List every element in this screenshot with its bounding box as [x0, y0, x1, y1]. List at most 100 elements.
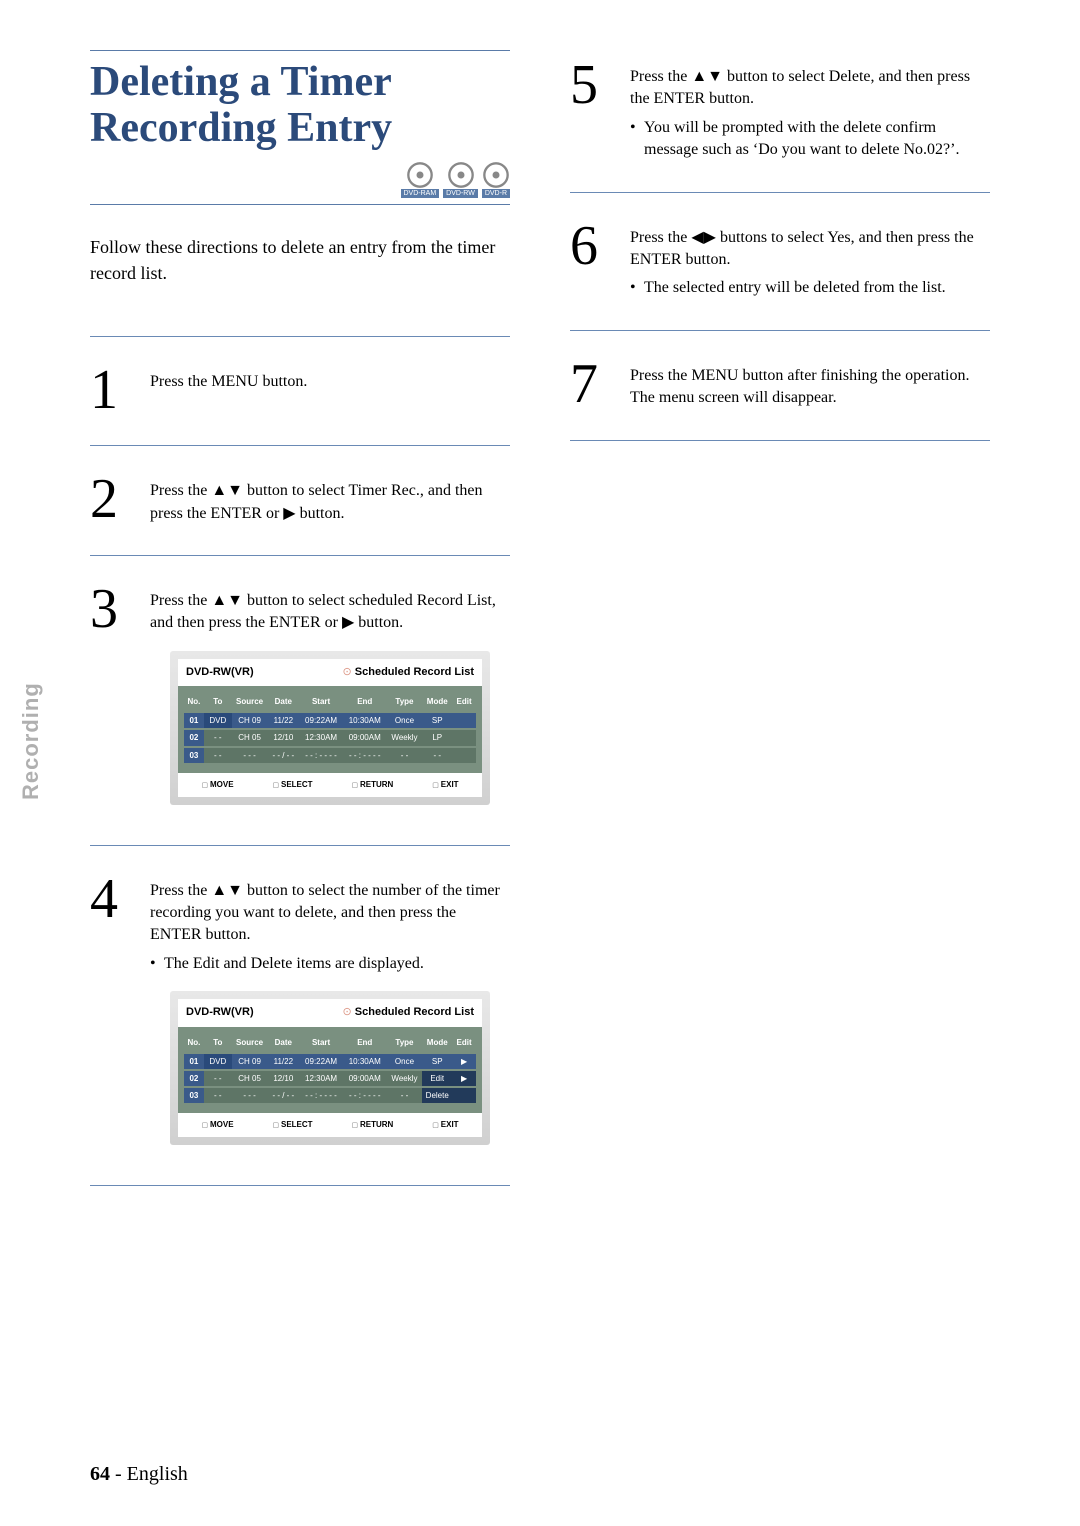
right-column: 5 Press the ▲▼ button to select Delete, …	[570, 50, 990, 1204]
osd-col-header: Start	[299, 1035, 343, 1050]
osd-cell: - -	[204, 730, 232, 745]
osd-footer-hint: RETURN	[351, 779, 393, 791]
osd-row: 03- -- - -- - / - -- - : - - - -- - : - …	[184, 748, 476, 763]
osd-cell: 01	[184, 1054, 204, 1069]
step-bullet: The Edit and Delete items are displayed.	[150, 953, 510, 975]
step-number: 2	[90, 474, 130, 525]
step-text: Press the ◀▶ buttons to select Yes, and …	[630, 229, 974, 268]
osd-col-header: Source	[232, 694, 268, 709]
footer-lang: English	[127, 1463, 188, 1485]
step-number: 4	[90, 874, 130, 1156]
osd-row: 02- -CH 0512/1012:30AM09:00AMWeeklyEdit▶	[184, 1071, 476, 1086]
step-text: Press the ▲▼ button to select Delete, an…	[630, 68, 970, 107]
disc-icons-row: DVD-RAM DVD-RW DVD-R	[90, 161, 510, 198]
step-bullet: You will be prompted with the delete con…	[630, 117, 990, 162]
osd-cell: SP	[422, 713, 452, 728]
osd-cell: - -	[204, 748, 232, 763]
page-number: 64	[90, 1463, 110, 1485]
osd-cell: Once	[387, 1054, 423, 1069]
osd-row: 03- -- - -- - / - -- - : - - - -- - : - …	[184, 1088, 476, 1103]
osd-title-right: Scheduled Record List	[343, 665, 474, 680]
osd-cell: 12:30AM	[299, 1071, 343, 1086]
osd-cell: - - -	[232, 1088, 268, 1103]
divider	[90, 1185, 510, 1186]
step-text: Press the ▲▼ button to select the number…	[150, 882, 500, 944]
osd-col-header: Mode	[422, 1035, 452, 1050]
step-text: Press the ▲▼ button to select Timer Rec.…	[150, 474, 510, 525]
osd-cell: 09:22AM	[299, 713, 343, 728]
osd-footer-hint: SELECT	[272, 779, 312, 791]
osd-cell: Weekly	[387, 730, 423, 745]
step-number: 6	[570, 221, 610, 300]
disc-icon-dvdr: DVD-R	[482, 161, 510, 198]
osd-cell: Edit	[422, 1071, 452, 1086]
osd-col-header: To	[204, 694, 232, 709]
step-4: 4 Press the ▲▼ button to select the numb…	[90, 864, 510, 1176]
osd-cell: 01	[184, 713, 204, 728]
osd-col-header: End	[343, 694, 387, 709]
osd-cell: - - / - -	[267, 1088, 299, 1103]
osd-cell: - -	[422, 748, 452, 763]
divider	[570, 440, 990, 441]
osd-cell: ▶	[452, 1071, 476, 1086]
osd-cell: - -	[387, 748, 423, 763]
osd-col-header: Source	[232, 1035, 268, 1050]
osd-cell	[452, 730, 476, 745]
step-text: Press the ▲▼ button to select scheduled …	[150, 592, 496, 631]
divider	[90, 445, 510, 446]
step-number: 5	[570, 60, 610, 162]
sidebar-section-label: Recording	[18, 682, 44, 800]
osd-cell: CH 05	[232, 1071, 268, 1086]
osd-footer-hint: MOVE	[201, 1119, 233, 1131]
osd-cell: 09:00AM	[343, 1071, 387, 1086]
osd-col-header: Edit	[452, 694, 476, 709]
step-bullet: The selected entry will be deleted from …	[630, 277, 990, 299]
osd-col-header: Type	[387, 1035, 423, 1050]
step-5: 5 Press the ▲▼ button to select Delete, …	[570, 50, 990, 182]
osd-cell: LP	[422, 730, 452, 745]
osd-screenshot-1: DVD-RW(VR)Scheduled Record ListNo.ToSour…	[170, 651, 490, 805]
osd-cell: 03	[184, 748, 204, 763]
left-column: Deleting a Timer Recording Entry DVD-RAM…	[50, 50, 510, 1204]
step-7: 7 Press the MENU button after finishing …	[570, 349, 990, 430]
osd-cell: Weekly	[387, 1071, 423, 1086]
osd-cell: 02	[184, 730, 204, 745]
osd-cell: Delete	[422, 1088, 452, 1103]
osd-cell: CH 05	[232, 730, 268, 745]
osd-cell: Once	[387, 713, 423, 728]
osd-cell: ▶	[452, 1054, 476, 1069]
osd-footer-hint: EXIT	[432, 779, 458, 791]
osd-footer-hint: MOVE	[201, 779, 233, 791]
osd-col-header: No.	[184, 1035, 204, 1050]
page-footer: 64 - English	[90, 1463, 188, 1486]
osd-cell: 10:30AM	[343, 713, 387, 728]
osd-col-header: To	[204, 1035, 232, 1050]
osd-cell: 09:00AM	[343, 730, 387, 745]
osd-cell: - -	[387, 1088, 423, 1103]
disc-icon-dvdrw: DVD-RW	[443, 161, 478, 198]
osd-col-header: Mode	[422, 694, 452, 709]
divider	[90, 336, 510, 337]
osd-cell: 02	[184, 1071, 204, 1086]
osd-cell: - - : - - - -	[343, 748, 387, 763]
osd-footer-hint: SELECT	[272, 1119, 312, 1131]
step-number: 7	[570, 359, 610, 410]
osd-footer-hint: RETURN	[351, 1119, 393, 1131]
divider	[570, 330, 990, 331]
step-text: Press the MENU button.	[150, 365, 510, 415]
step-text: Press the MENU button after finishing th…	[630, 359, 990, 410]
osd-row: 01DVDCH 0911/2209:22AM10:30AMOnceSP	[184, 713, 476, 728]
divider	[90, 555, 510, 556]
osd-title-left: DVD-RW(VR)	[186, 1005, 254, 1020]
osd-col-header: Type	[387, 694, 423, 709]
osd-screenshot-2: DVD-RW(VR)Scheduled Record ListNo.ToSour…	[170, 991, 490, 1145]
osd-cell: DVD	[204, 1054, 232, 1069]
osd-cell: - - / - -	[267, 748, 299, 763]
osd-cell	[452, 748, 476, 763]
step-1: 1 Press the MENU button.	[90, 355, 510, 435]
divider	[570, 192, 990, 193]
title-box: Deleting a Timer Recording Entry DVD-RAM…	[90, 50, 510, 205]
step-number: 1	[90, 365, 130, 415]
osd-cell	[452, 713, 476, 728]
osd-cell: DVD	[204, 713, 232, 728]
